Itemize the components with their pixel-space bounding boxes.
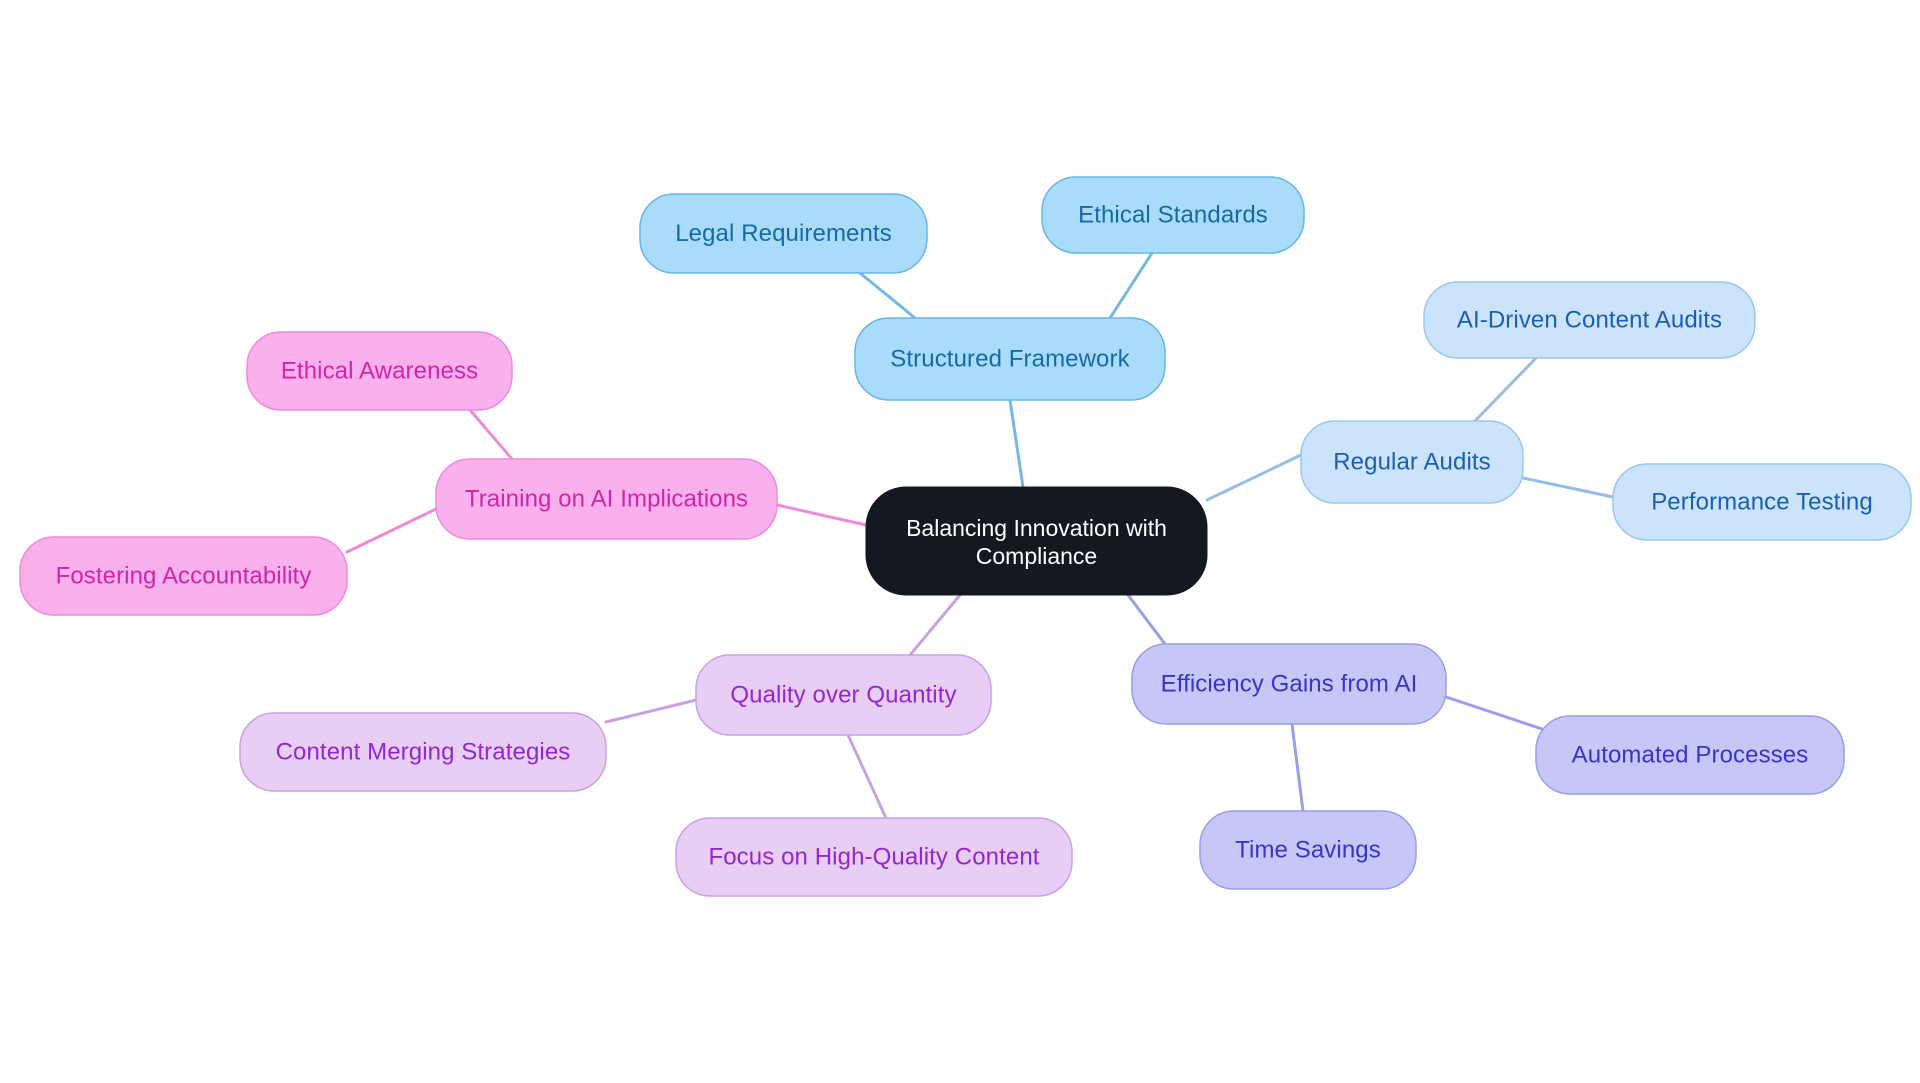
mindmap-node-automated-processes[interactable]: Automated Processes [1535,715,1845,795]
mindmap-node-fostering-accountability[interactable]: Fostering Accountability [19,536,348,616]
edge-quality-content-merging-strategies [604,698,698,724]
node-label-ethical-standards: Ethical Standards [1078,201,1268,228]
mindmap-node-structured-framework[interactable]: Structured Framework [854,317,1166,401]
edge-regular-audits-ai-driven-content-audits [1473,356,1538,423]
node-label-legal-requirements: Legal Requirements [675,220,892,247]
mindmap-node-focus-on-high-quality-content[interactable]: Focus on High-Quality Content [675,817,1073,897]
node-label-efficiency-gains-from-ai: Efficiency Gains from AI [1161,670,1418,697]
mindmap-node-time-savings[interactable]: Time Savings [1199,810,1417,890]
node-label-ai-driven-content-audits: AI-Driven Content Audits [1457,306,1722,333]
mindmap-node-ai-driven-content-audits[interactable]: AI-Driven Content Audits [1423,281,1756,359]
node-label-root-line2: Compliance [976,543,1097,569]
mindmap-node-efficiency-gains-from-ai[interactable]: Efficiency Gains from AI [1131,643,1447,725]
mindmap-node-root[interactable]: Balancing Innovation withCompliance [865,486,1208,596]
nodes-layer: Structured Framework Legal Requirements Et… [19,176,1912,897]
node-label-training-on-ai-implications: Training on AI Implications [465,485,748,512]
edge-quality-focus-high-quality-content [846,733,888,820]
node-label-structured-framework: Structured Framework [890,345,1130,372]
node-label-quality-over-quantity: Quality over Quantity [730,681,956,708]
node-label-root: Balancing Innovation with [906,515,1167,541]
mindmap-node-ethical-standards[interactable]: Ethical Standards [1041,176,1305,254]
edge-root-efficiency-gains-from-ai [1126,593,1167,646]
mindmap-node-content-merging-strategies[interactable]: Content Merging Strategies [239,712,607,792]
mindmap-diagram: Structured Framework Legal Requirements Et… [19,176,1912,897]
node-label-focus-on-high-quality-content: Focus on High-Quality Content [708,843,1039,870]
edge-root-regular-audits [1205,453,1303,502]
edge-root-training-on-ai-implications [775,503,868,527]
edge-regular-audits-performance-testing [1521,476,1615,499]
node-label-automated-processes: Automated Processes [1572,741,1809,768]
edge-root-quality-over-quantity [908,593,962,657]
edge-training-fostering-accountability [345,507,438,554]
node-label-content-merging-strategies: Content Merging Strategies [276,738,571,765]
mindmap-node-quality-over-quantity[interactable]: Quality over Quantity [695,654,992,736]
mindmap-node-legal-requirements[interactable]: Legal Requirements [639,193,928,274]
mindmap-node-ethical-awareness[interactable]: Ethical Awareness [246,331,513,411]
mindmap-canvas: Structured Framework Legal Requirements Et… [0,0,1920,1083]
edge-efficiency-gains-time-savings [1290,722,1305,813]
node-label-fostering-accountability: Fostering Accountability [56,562,312,589]
mindmap-node-performance-testing[interactable]: Performance Testing [1612,463,1912,541]
node-label-time-savings: Time Savings [1235,836,1381,863]
edge-training-ethical-awareness [468,408,514,461]
mindmap-node-regular-audits[interactable]: Regular Audits [1300,420,1524,504]
node-label-ethical-awareness: Ethical Awareness [281,357,478,384]
node-label-performance-testing: Performance Testing [1651,488,1873,515]
node-label-regular-audits: Regular Audits [1333,448,1491,475]
edge-efficiency-gains-automated-processes [1435,692,1547,732]
edge-root-structured-framework [1008,398,1025,489]
edge-structured-framework-ethical-standards [1108,251,1154,320]
mindmap-node-training-on-ai-implications[interactable]: Training on AI Implications [435,458,778,540]
edge-structured-framework-legal-requirements [858,271,917,320]
